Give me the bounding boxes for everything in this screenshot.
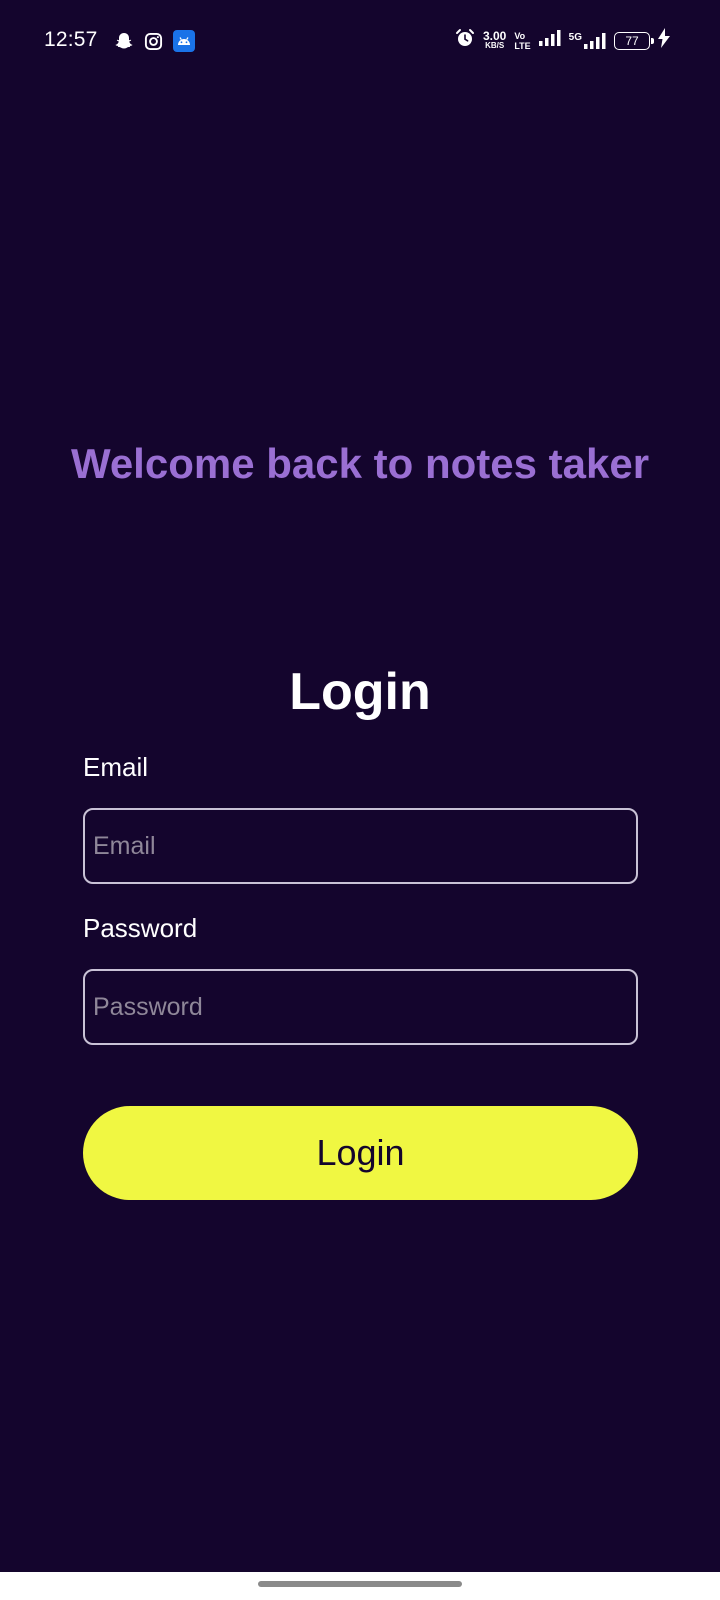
password-label: Password (83, 913, 198, 943)
notification-icons (114, 30, 195, 52)
volte-indicator: Vo LTE (514, 31, 530, 51)
battery-level: 77 (625, 33, 639, 48)
status-time: 12:57 (44, 28, 98, 51)
volte-bottom-label: LTE (514, 40, 531, 51)
charging-icon (658, 28, 670, 53)
network-speed-unit: KB/S (485, 40, 505, 50)
navigation-bar (0, 1572, 720, 1600)
android-icon (173, 30, 195, 52)
volte-top-label: Vo (514, 30, 526, 41)
login-button[interactable]: Login (83, 1106, 638, 1200)
battery-icon: 77 (614, 31, 654, 50)
system-icons: 3.00 KB/S Vo LTE 5G 77 (455, 28, 670, 53)
network-speed-value: 3.00 (482, 28, 507, 43)
welcome-heading: Welcome back to notes taker (70, 440, 650, 487)
network-type-label: 5G (568, 31, 582, 43)
login-title: Login (289, 663, 431, 721)
network-speed: 3.00 KB/S (482, 28, 507, 50)
snapchat-icon (114, 31, 134, 51)
alarm-icon (455, 28, 475, 53)
signal-bars-icon (538, 30, 561, 51)
email-input[interactable] (83, 808, 638, 884)
home-indicator[interactable] (258, 1581, 462, 1587)
password-input[interactable] (83, 969, 638, 1045)
status-bar: 12:57 3.00 KB/S Vo LTE 5G 77 (0, 0, 720, 84)
instagram-icon (144, 32, 163, 51)
email-label: Email (83, 752, 149, 782)
signal-5g-icon: 5G (568, 31, 606, 49)
